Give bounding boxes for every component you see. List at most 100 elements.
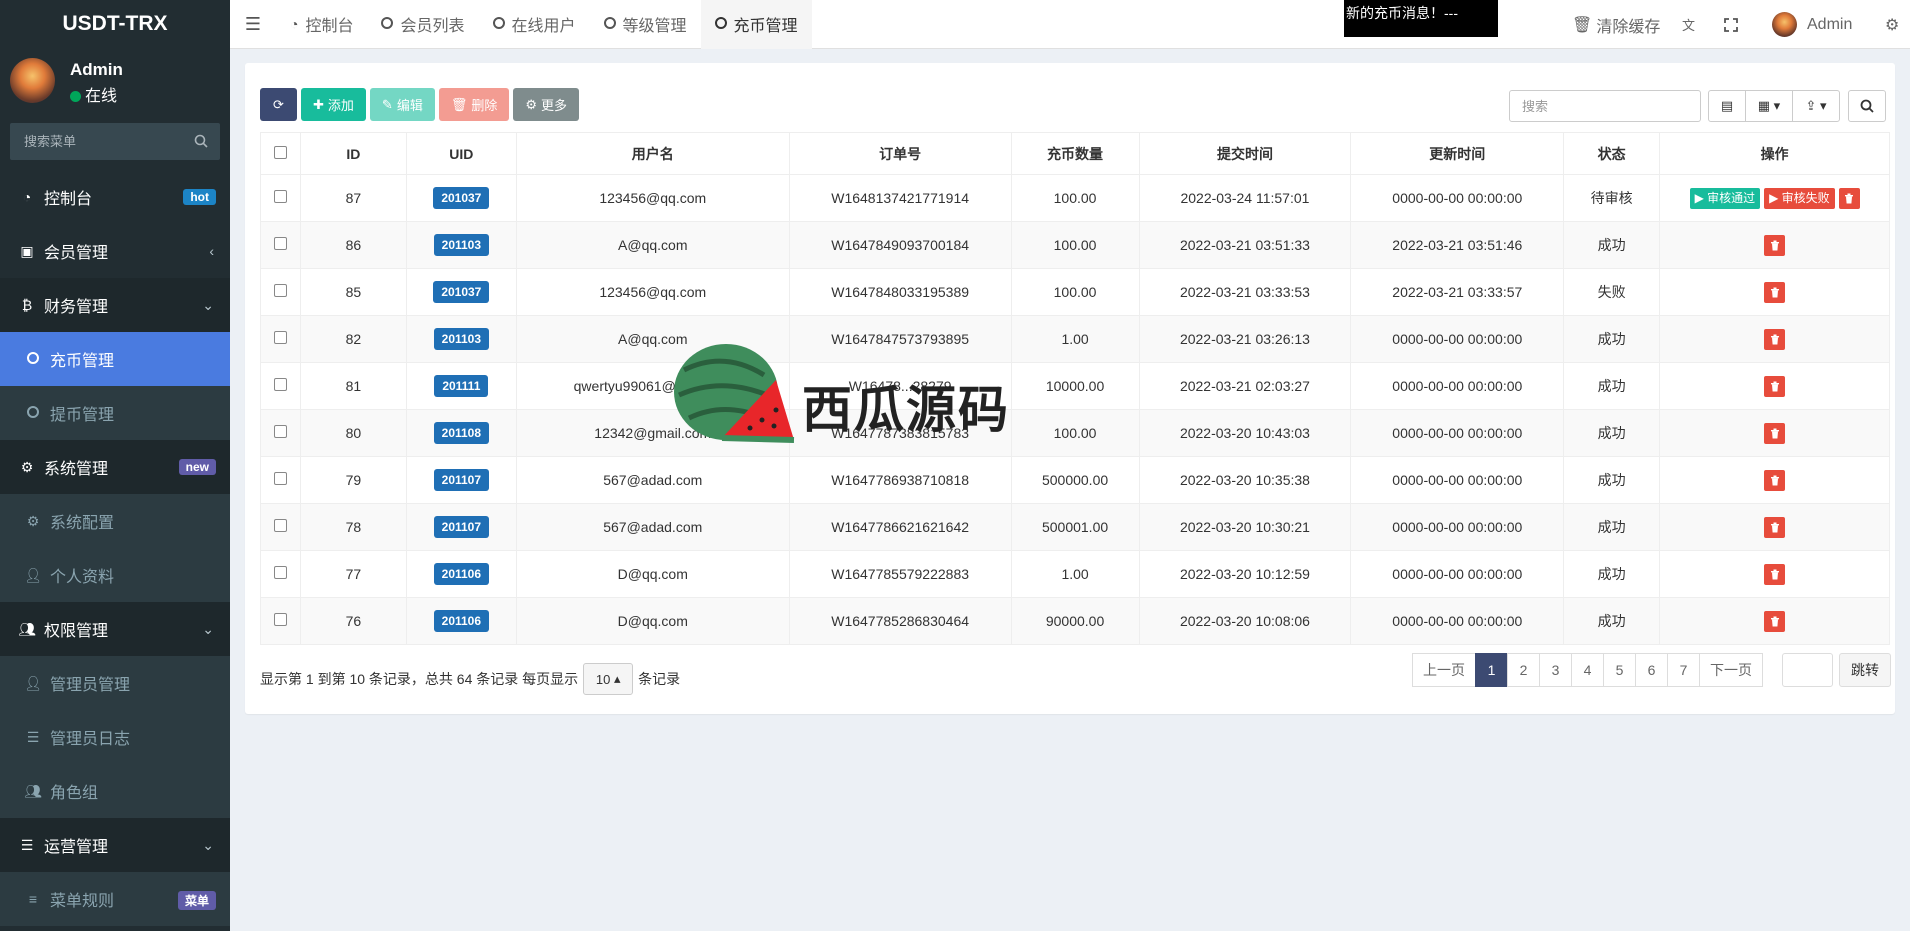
sidebar-item-permissions[interactable]: 👥︎ 权限管理 ⌄ bbox=[0, 602, 230, 656]
columns-dropdown-icon[interactable]: ▦ ▾ bbox=[1745, 90, 1793, 122]
col-uid[interactable]: UID bbox=[405, 132, 517, 175]
tab-dashboard[interactable]: ◔ 控制台 bbox=[276, 0, 367, 49]
sidebar-search-input[interactable] bbox=[10, 123, 220, 160]
table-row[interactable]: 80 201108 12342@gmail.com W1647787383815783… bbox=[260, 409, 1890, 457]
row-delete-button[interactable] bbox=[1764, 469, 1786, 491]
uid-badge[interactable]: 201103 bbox=[433, 234, 490, 256]
col-id[interactable]: ID bbox=[299, 132, 407, 175]
table-row[interactable]: 79 201107 567@adad.com W1647786938710818 500… bbox=[260, 456, 1890, 504]
page-5-button[interactable]: 5 bbox=[1603, 653, 1636, 687]
uid-badge[interactable]: 201106 bbox=[433, 610, 490, 632]
settings-gear-icon[interactable]: ⚙ bbox=[1885, 0, 1899, 49]
table-row[interactable]: 86 201103 A@qq.com W1647849093700184 100.00 2… bbox=[260, 221, 1890, 269]
sidebar-item-admins[interactable]: 👤︎ 管理员管理 bbox=[0, 656, 230, 710]
prev-page-button[interactable]: 上一页 bbox=[1412, 653, 1476, 687]
sidebar-item-withdraw[interactable]: 提币管理 bbox=[0, 386, 230, 440]
row-delete-button[interactable] bbox=[1764, 422, 1786, 444]
row-checkbox[interactable] bbox=[273, 331, 287, 344]
sidebar-item-operations[interactable]: ☰ 运营管理 ⌄ bbox=[0, 818, 230, 872]
page-6-button[interactable]: 6 bbox=[1635, 653, 1668, 687]
uid-badge[interactable]: 201103 bbox=[433, 328, 490, 350]
row-delete-button[interactable] bbox=[1764, 328, 1786, 350]
page-4-button[interactable]: 4 bbox=[1571, 653, 1604, 687]
row-checkbox[interactable] bbox=[273, 378, 287, 391]
sidebar-item-system[interactable]: ⚙ 系统管理 new bbox=[0, 440, 230, 494]
table-row[interactable]: 85 201037 123456@qq.com W1647848033195389 10… bbox=[260, 268, 1890, 316]
row-delete-button[interactable] bbox=[1764, 516, 1786, 538]
search-icon[interactable] bbox=[194, 134, 208, 148]
clear-cache-button[interactable]: 🗑︎ 清除缓存 bbox=[1572, 0, 1660, 49]
more-button[interactable]: ⚙ 更多 bbox=[513, 88, 580, 121]
advanced-search-button[interactable] bbox=[1848, 90, 1886, 122]
jump-button[interactable]: 跳转 bbox=[1839, 653, 1891, 687]
sidebar-item-finance[interactable]: ₿ 财务管理 ⌄ bbox=[0, 278, 230, 332]
sidebar-item-menu-rules[interactable]: ≡ 菜单规则 菜单 bbox=[0, 872, 230, 926]
col-order[interactable]: 订单号 bbox=[788, 132, 1012, 175]
page-7-button[interactable]: 7 bbox=[1667, 653, 1700, 687]
row-delete-button[interactable] bbox=[1764, 281, 1786, 303]
uid-badge[interactable]: 201107 bbox=[433, 516, 490, 538]
page-3-button[interactable]: 3 bbox=[1539, 653, 1572, 687]
approve-button[interactable]: ▶ 审核通过 bbox=[1689, 187, 1761, 209]
table-row[interactable]: 82 201103 A@qq.com W1647847573793895 1.00 202… bbox=[260, 315, 1890, 363]
sidebar-item-members[interactable]: ▣ 会员管理 ‹ bbox=[0, 224, 230, 278]
sidebar-toggle-icon[interactable]: ☰ bbox=[230, 0, 276, 49]
table-row[interactable]: 76 201106 D@qq.com W1647785286830464 90000.0… bbox=[260, 597, 1890, 645]
sidebar-item-deposit[interactable]: 充币管理 bbox=[0, 332, 230, 386]
page-2-button[interactable]: 2 bbox=[1507, 653, 1540, 687]
uid-badge[interactable]: 201107 bbox=[433, 469, 490, 491]
user-menu[interactable]: Admin bbox=[1772, 0, 1852, 49]
sidebar-item-system-config[interactable]: ⚙ 系统配置 bbox=[0, 494, 230, 548]
select-all-checkbox[interactable] bbox=[273, 145, 287, 159]
tab-online-users[interactable]: 在线用户 bbox=[479, 0, 590, 49]
row-checkbox[interactable] bbox=[273, 237, 287, 250]
reject-button[interactable]: ▶ 审核失败 bbox=[1764, 187, 1835, 209]
refresh-button[interactable]: ⟳ bbox=[260, 88, 297, 121]
col-username[interactable]: 用户名 bbox=[515, 132, 790, 175]
row-checkbox[interactable] bbox=[273, 613, 287, 626]
row-delete-button[interactable] bbox=[1764, 563, 1786, 585]
uid-badge[interactable]: 201111 bbox=[434, 375, 489, 397]
row-checkbox[interactable] bbox=[273, 519, 287, 532]
app-logo[interactable]: USDT-TRX bbox=[0, 0, 230, 47]
page-size-select[interactable]: 10 ▴ bbox=[583, 663, 634, 695]
sidebar-item-dashboard[interactable]: ◔ 控制台 hot bbox=[0, 170, 230, 224]
row-delete-button[interactable] bbox=[1764, 375, 1786, 397]
uid-badge[interactable]: 201037 bbox=[433, 187, 490, 209]
uid-badge[interactable]: 201037 bbox=[433, 281, 490, 303]
col-update-time[interactable]: 更新时间 bbox=[1350, 132, 1565, 175]
sidebar-item-profile[interactable]: 👤︎ 个人资料 bbox=[0, 548, 230, 602]
page-1-button[interactable]: 1 bbox=[1475, 653, 1508, 687]
row-checkbox[interactable] bbox=[273, 190, 287, 203]
sidebar-item-roles[interactable]: 👥︎ 角色组 bbox=[0, 764, 230, 818]
row-checkbox[interactable] bbox=[273, 425, 287, 438]
jump-page-input[interactable] bbox=[1782, 653, 1833, 687]
row-checkbox[interactable] bbox=[273, 284, 287, 297]
table-search-input[interactable] bbox=[1509, 90, 1701, 122]
uid-badge[interactable]: 201106 bbox=[433, 563, 490, 585]
delete-button[interactable]: 🗑︎ 删除 bbox=[438, 88, 510, 121]
next-page-button[interactable]: 下一页 bbox=[1699, 653, 1763, 687]
col-submit-time[interactable]: 提交时间 bbox=[1138, 132, 1352, 175]
col-amount[interactable]: 充币数量 bbox=[1010, 132, 1140, 175]
row-checkbox[interactable] bbox=[273, 472, 287, 485]
sidebar-item-admin-log[interactable]: ☰ 管理员日志 bbox=[0, 710, 230, 764]
row-delete-button[interactable] bbox=[1764, 234, 1786, 256]
table-row[interactable]: 77 201106 D@qq.com W1647785579222883 1.00 202… bbox=[260, 550, 1890, 598]
table-row[interactable]: 78 201107 567@adad.com W1647786621621642 500… bbox=[260, 503, 1890, 551]
row-checkbox[interactable] bbox=[273, 566, 287, 579]
translate-icon[interactable]: 文 bbox=[1682, 0, 1695, 49]
tab-deposit-management[interactable]: 充币管理 bbox=[700, 0, 812, 49]
table-row[interactable]: 81 201111 qwertyu99061@outlook.c W16478...2… bbox=[260, 362, 1890, 410]
tab-member-list[interactable]: 会员列表 bbox=[367, 0, 478, 49]
toggle-view-icon[interactable]: ▤ bbox=[1708, 90, 1746, 122]
uid-badge[interactable]: 201108 bbox=[433, 422, 490, 444]
row-delete-button[interactable] bbox=[1764, 610, 1786, 632]
export-dropdown-icon[interactable]: ⇪ ▾ bbox=[1792, 90, 1840, 122]
row-delete-button[interactable] bbox=[1838, 187, 1860, 209]
edit-button[interactable]: ✎ 编辑 bbox=[369, 88, 435, 121]
table-row[interactable]: 87 201037 123456@qq.com W1648137421771914 10… bbox=[260, 174, 1890, 222]
col-status[interactable]: 状态 bbox=[1563, 132, 1661, 175]
fullscreen-icon[interactable] bbox=[1724, 0, 1738, 49]
tab-level-management[interactable]: 等级管理 bbox=[590, 0, 701, 49]
